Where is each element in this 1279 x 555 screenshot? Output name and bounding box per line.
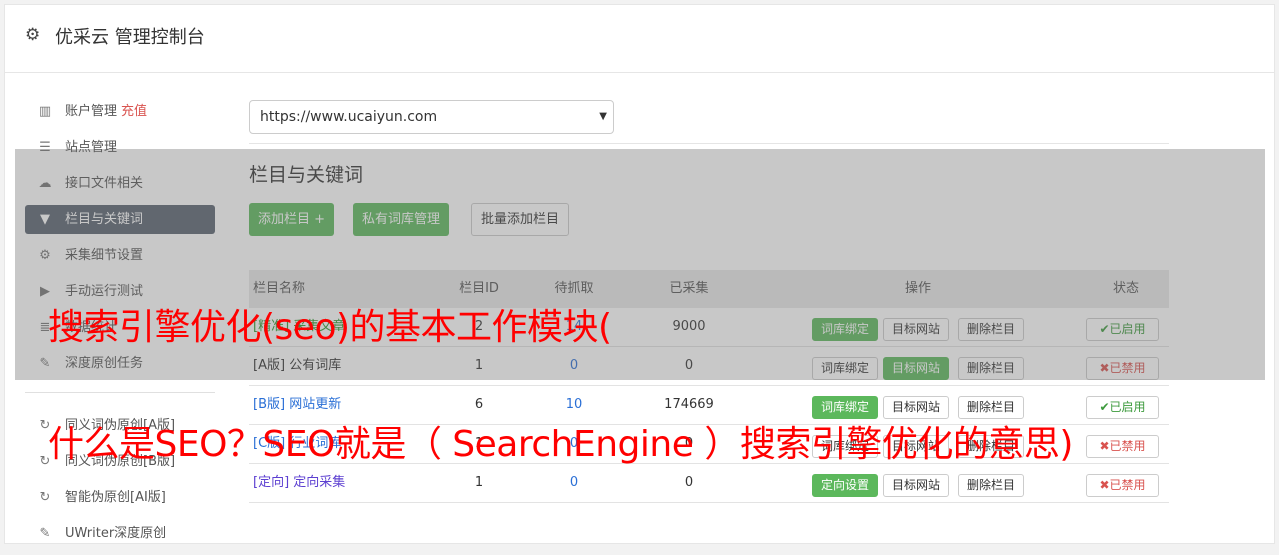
row-done: 0 [684,475,694,490]
sidebar-item-smart-ai[interactable]: ↻ 智能伪原创[AI版] [25,483,215,512]
row-tag: [B版] [253,397,286,412]
status-label: 已禁用 [1109,478,1146,492]
check-icon: ✔ [1099,400,1110,414]
close-icon: ✖ [1099,439,1110,453]
row-label: 定向采集 [293,475,346,490]
status-badge[interactable]: ✖已禁用 [1086,435,1159,458]
site-select[interactable]: https://www.ucaiyun.com ▼ [249,100,614,134]
row-tag: [定向] [253,475,290,490]
status-badge[interactable]: ✖已禁用 [1086,474,1159,497]
gear-icon: ⚙ [25,25,41,45]
directed-settings-button[interactable]: 定向设置 [812,474,879,497]
sidebar-divider [25,392,215,393]
row-id: 1 [474,475,484,490]
divider [249,143,1169,144]
refresh-icon: ↻ [39,490,51,505]
status-label: 已启用 [1109,400,1146,414]
close-icon: ✖ [1099,478,1110,492]
site-select-value: https://www.ucaiyun.com [260,109,438,125]
overlay-text-line1: 搜索引擎优化(seo)的基本工作模块( [48,307,612,348]
chevron-down-icon: ▼ [599,111,607,122]
sidebar-item-label: UWriter深度原创 [65,526,167,541]
status-label: 已禁用 [1109,439,1146,453]
sidebar-item-account[interactable]: ▥ 账户管理 充值 [25,97,215,126]
app-title: 优采云 管理控制台 [55,27,205,48]
row-pending[interactable]: 0 [534,464,614,502]
overlay-text-line2: 什么是SEO？SEO就是（ SearchEngine ）搜索引擎优化的意思) [48,424,1073,465]
sidebar-item-label: 账户管理 [65,104,118,119]
row-name[interactable]: [定向] 定向采集 [253,464,345,502]
app-header: ⚙ 优采云 管理控制台 [5,5,1274,73]
row-label: 网站更新 [289,397,342,412]
edit-icon: ✎ [39,526,51,541]
recharge-link[interactable]: 充值 [121,104,147,119]
sidebar-item-label: 智能伪原创[AI版] [65,490,166,505]
target-site-button[interactable]: 目标网站 [883,474,950,497]
bar-chart-icon: ▥ [38,104,52,119]
delete-column-button[interactable]: 删除栏目 [958,474,1025,497]
sidebar-item-uwriter[interactable]: ✎ UWriter深度原创 [25,519,215,548]
status-badge[interactable]: ✔已启用 [1086,396,1159,419]
table-row: [定向] 定向采集 1 0 0 定向设置 目标网站 删除栏目 ✖已禁用 [249,464,1169,503]
